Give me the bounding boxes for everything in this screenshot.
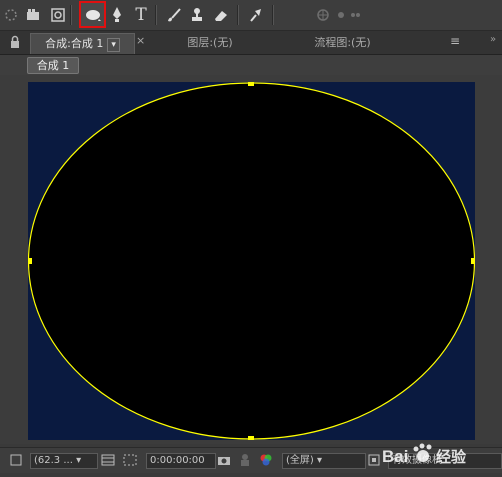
text-tool-icon[interactable]: T: [130, 4, 152, 26]
tab-composition[interactable]: 合成:合成 1 ▾: [30, 33, 135, 54]
composition-canvas[interactable]: [28, 82, 475, 440]
chevron-right-icon[interactable]: »: [490, 34, 496, 45]
composition-viewer[interactable]: [0, 75, 502, 444]
svg-text:经验: 经验: [436, 448, 467, 466]
resolution-grid-icon[interactable]: [100, 452, 116, 468]
toolbar-separator: [272, 5, 274, 25]
ellipse-path[interactable]: [28, 82, 475, 440]
stamp-tool-icon[interactable]: [186, 4, 208, 26]
baidu-watermark: Bai 经验: [378, 438, 498, 472]
puppet-pin-icon[interactable]: [245, 4, 267, 26]
snapshot-camera-icon[interactable]: [216, 452, 232, 468]
panel-menu-icon[interactable]: ≡: [450, 34, 460, 48]
composition-subtab[interactable]: 合成 1: [27, 57, 79, 74]
svg-text:Bai: Bai: [382, 447, 408, 466]
resolution-value: (全屏): [286, 455, 314, 466]
eraser-tool-icon[interactable]: [210, 4, 232, 26]
resolution-dropdown[interactable]: (全屏) ▾: [282, 453, 366, 469]
pen-tool-icon[interactable]: [106, 4, 128, 26]
timecode-field[interactable]: 0:00:00:00: [146, 453, 216, 469]
zoom-value: (62.3 ...: [34, 455, 73, 466]
tools-toolbar: T: [0, 0, 502, 31]
always-preview-icon[interactable]: [8, 452, 24, 468]
tab-layer[interactable]: 图层:(无): [150, 33, 270, 53]
ellipse-tool-icon[interactable]: [79, 1, 106, 28]
toolbar-separator: [237, 5, 239, 25]
color-channels-icon[interactable]: [258, 452, 274, 468]
tab-composition-name: 合成 1: [70, 37, 104, 50]
ellipse-vertex-right[interactable]: [471, 258, 475, 264]
tab-composition-prefix: 合成:: [45, 37, 71, 50]
region-of-interest-icon[interactable]: [122, 452, 138, 468]
zoom-dropdown[interactable]: (62.3 ... ▾: [30, 453, 98, 469]
select-icon[interactable]: [0, 4, 22, 26]
ellipse-shape-layer[interactable]: [28, 82, 475, 440]
brush-tool-icon[interactable]: [163, 4, 185, 26]
zoom-icon[interactable]: [47, 4, 69, 26]
ellipse-vertex-left[interactable]: [28, 258, 32, 264]
tab-close-button[interactable]: ×: [136, 34, 145, 47]
tab-composition-dropdown[interactable]: ▾: [107, 38, 120, 52]
ellipse-vertex-top[interactable]: [248, 82, 254, 86]
composition-subbar: 合成 1: [0, 55, 502, 75]
viewer-tabbar: 合成:合成 1 ▾ × 图层:(无) 流程图:(无) ≡ »: [0, 31, 502, 55]
toolbar-separator: [70, 5, 72, 25]
lock-icon[interactable]: [8, 35, 22, 49]
puppet-dots-icon: [344, 4, 366, 26]
hand-icon[interactable]: [22, 4, 44, 26]
toolbar-separator: [155, 5, 157, 25]
tab-flowchart[interactable]: 流程图:(无): [275, 33, 410, 53]
ellipse-vertex-bottom[interactable]: [248, 436, 254, 440]
show-snapshot-icon[interactable]: [237, 452, 253, 468]
